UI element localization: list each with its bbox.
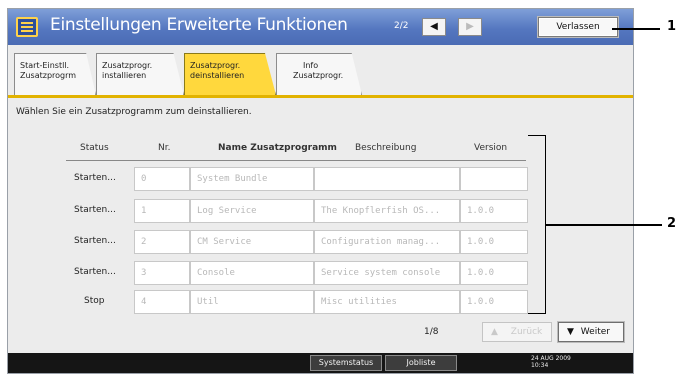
- row-status: Starten...: [74, 205, 116, 215]
- next-screen-button[interactable]: ▶: [458, 18, 482, 36]
- row-version: 1.0.0: [460, 230, 528, 254]
- header-number: Nr.: [158, 143, 171, 153]
- row-program-name: Console: [190, 261, 314, 285]
- row-description: Configuration manag...: [314, 230, 460, 254]
- row-version: 1.0.0: [460, 199, 528, 223]
- row-number: 2: [134, 230, 190, 254]
- header-version: Version: [474, 143, 508, 153]
- row-program-name: System Bundle: [190, 167, 314, 191]
- header-description: Beschreibung: [355, 143, 417, 153]
- page-counter: 1/8: [424, 327, 439, 337]
- row-program-name: Util: [190, 290, 314, 314]
- tab-label-line2: deinstallieren: [190, 71, 245, 80]
- callout-line-1: [612, 28, 660, 30]
- callout-number-2: 2: [667, 216, 677, 231]
- row-description: Misc utilities: [314, 290, 460, 314]
- tab-underline: [8, 95, 633, 98]
- time-text: 10:34: [531, 362, 549, 369]
- row-number: 4: [134, 290, 190, 314]
- row-status: Starten...: [74, 267, 116, 277]
- header-status: Status: [80, 143, 109, 153]
- tab-label-line1: Info: [303, 61, 319, 70]
- tab-info[interactable]: Info Zusatzprogr.: [276, 53, 362, 95]
- callout-line-2: [546, 224, 662, 226]
- title-bar: Einstellungen Erweiterte Funktionen 2/2 …: [8, 9, 633, 45]
- callout-bracket: [528, 135, 546, 314]
- window-title: Einstellungen Erweiterte Funktionen: [50, 15, 348, 35]
- row-version: 1.0.0: [460, 290, 528, 314]
- job-list-button[interactable]: Jobliste: [385, 355, 457, 371]
- header-program-name: Name Zusatzprogramm: [218, 143, 337, 153]
- date-time-display: 24 AUG 2009 10:34: [531, 355, 571, 369]
- next-page-button[interactable]: ▼ Weiter: [558, 322, 624, 342]
- exit-button[interactable]: Verlassen: [538, 17, 618, 37]
- tab-label-line1: Zusatzprogr.: [190, 61, 241, 70]
- header-divider: [66, 160, 526, 161]
- date-text: 24 AUG 2009: [531, 355, 571, 362]
- previous-page-button[interactable]: ▲ Zurück: [482, 322, 552, 342]
- previous-screen-button[interactable]: ◀: [422, 18, 446, 36]
- row-number: 0: [134, 167, 190, 191]
- row-version: 1.0.0: [460, 261, 528, 285]
- system-status-button[interactable]: Systemstatus: [310, 355, 382, 371]
- row-number: 1: [134, 199, 190, 223]
- triangle-right-icon: ▶: [466, 21, 474, 32]
- tab-label-line1: Zusatzprogr.: [102, 61, 153, 70]
- instruction-text: Wählen Sie ein Zusatzprogramm zum deinst…: [16, 107, 252, 117]
- row-status: Starten...: [74, 236, 116, 246]
- settings-tools-icon: [16, 17, 38, 37]
- next-page-label: Weiter: [580, 327, 610, 337]
- row-number: 3: [134, 261, 190, 285]
- row-status: Starten...: [74, 173, 116, 183]
- screen-page-indicator: 2/2: [394, 21, 409, 31]
- tab-label-line2: Zusatzprogrm: [20, 71, 77, 80]
- previous-page-label: Zurück: [510, 327, 543, 337]
- row-status: Stop: [84, 296, 105, 306]
- callout-number-1: 1: [667, 19, 677, 34]
- row-description: [314, 167, 460, 191]
- row-program-name: Log Service: [190, 199, 314, 223]
- triangle-left-icon: ◀: [430, 21, 438, 32]
- tab-uninstall[interactable]: Zusatzprogr. deinstallieren: [184, 53, 276, 95]
- tab-install[interactable]: Zusatzprogr. installieren: [96, 53, 184, 95]
- arrow-up-icon: ▲: [491, 327, 498, 337]
- row-description: Service system console: [314, 261, 460, 285]
- tab-label-line2: installieren: [102, 71, 147, 80]
- row-version: [460, 167, 528, 191]
- row-program-name: CM Service: [190, 230, 314, 254]
- row-description: The Knopflerfish OS...: [314, 199, 460, 223]
- tab-label-line2: Zusatzprogr.: [293, 71, 344, 80]
- tab-startup-settings[interactable]: Start-Einstll. Zusatzprogrm: [14, 53, 96, 95]
- status-bar: Systemstatus Jobliste 24 AUG 2009 10:34: [8, 353, 633, 373]
- tab-label-line1: Start-Einstll.: [20, 61, 70, 70]
- arrow-down-icon: ▼: [567, 327, 574, 337]
